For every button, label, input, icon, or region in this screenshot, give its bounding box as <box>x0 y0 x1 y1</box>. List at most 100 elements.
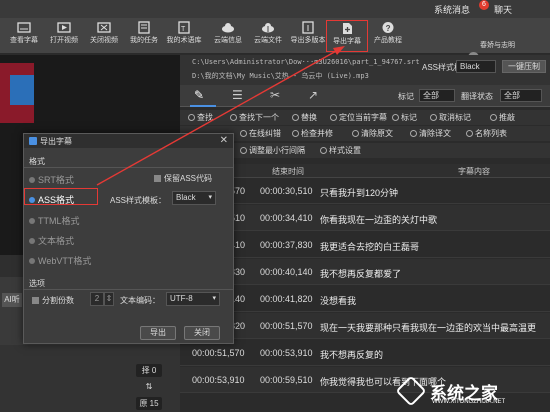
cloud-info-button[interactable]: 云端信息 <box>206 20 250 52</box>
table-row[interactable]: 830 00:00:40,140 我不想再反复都爱了 <box>180 259 550 285</box>
dialog-title: 导出字幕 <box>40 137 72 146</box>
keep-ass-checkbox[interactable]: 保留ASS代码 <box>154 173 212 184</box>
find-button[interactable]: 查找 <box>188 112 213 123</box>
video-frame-art-accent <box>10 75 34 105</box>
content-cell[interactable]: 只看我升到120分钟 <box>320 186 398 199</box>
dialog-ass-template-label: ASS样式模板： <box>110 196 167 205</box>
export-subtitle-button[interactable]: 导出字幕 <box>326 20 368 52</box>
locate-current-button[interactable]: 定位当前字幕 <box>330 112 387 123</box>
clear-translation-button[interactable]: 清除译文 <box>410 128 451 139</box>
svg-text:?: ? <box>386 24 391 33</box>
close-icon[interactable]: ✕ <box>220 135 228 146</box>
list-tab-icon[interactable]: ☰ <box>232 88 243 102</box>
table-row[interactable]: 140 00:00:41,820 没想看我 <box>180 286 550 312</box>
end-time-cell: 00:00:51,570 <box>260 321 313 331</box>
split-count-stepper[interactable]: ⇕ <box>104 292 114 306</box>
format-text-radio[interactable]: 文本格式 <box>29 234 74 247</box>
content-cell[interactable]: 现在一天我要那种只看我现在一边歪的欢当中最高温更 <box>320 321 536 334</box>
my-tasks-icon <box>138 21 150 34</box>
term-library-button[interactable]: T 我的术语库 <box>162 20 206 52</box>
unmark-button[interactable]: 取消标记 <box>430 112 471 123</box>
mark-filter-select[interactable]: 全部 <box>419 89 455 102</box>
format-ttml-radio[interactable]: TTML格式 <box>29 214 80 227</box>
format-srt-radio[interactable]: SRT格式 <box>29 173 74 186</box>
my-tasks-button[interactable]: 我的任务 <box>122 20 166 52</box>
start-time-cell: 00:00:53,910 <box>192 375 245 385</box>
original-button[interactable]: 原 15 <box>136 397 162 410</box>
encoding-select[interactable]: UTF-8 ▾ <box>166 292 220 306</box>
ai-listen-button[interactable]: AI听 <box>2 293 22 307</box>
pen-tab-icon[interactable]: ✎ <box>194 88 204 102</box>
subtitle-file-path: C:\Users\Administrator\Dow···m3U26016\pa… <box>192 58 420 66</box>
export-subtitle-icon <box>343 23 352 34</box>
table-row[interactable]: 410 00:00:37,830 我更适合去挖的白王磊哥 <box>180 232 550 258</box>
start-time-cell: 00:00:51,570 <box>192 348 245 358</box>
content-cell[interactable]: 我更适合去挖的白王磊哥 <box>320 240 419 253</box>
replace-button[interactable]: 替换 <box>292 112 317 123</box>
content-cell[interactable]: 没想看我 <box>320 294 356 307</box>
watermark-url: WWW.XITONGZHIJIA.NET <box>432 399 506 405</box>
chat-link[interactable]: 聊天 <box>494 3 512 16</box>
encoding-label: 文本编码： <box>120 296 160 305</box>
name-list-button[interactable]: 名称列表 <box>466 128 507 139</box>
split-count-input[interactable]: 2 <box>90 292 104 306</box>
end-time-header: 结束时间 <box>272 167 304 176</box>
dialog-ass-template-select[interactable]: Black ▾ <box>172 191 216 205</box>
swap-icon[interactable]: ⇅ <box>136 380 162 393</box>
one-click-burn-button[interactable]: 一键压制 <box>502 60 546 73</box>
open-video-button[interactable]: 打开视频 <box>42 20 86 52</box>
format-section-label: 格式 <box>29 157 45 166</box>
table-row[interactable]: 820 00:00:51,570 现在一天我要那种只看我现在一边歪的欢当中最高温更 <box>180 313 550 339</box>
close-button[interactable]: 关闭 <box>184 326 220 340</box>
translate-status-select[interactable]: 全部 <box>500 89 542 102</box>
content-header: 字幕内容 <box>458 167 490 176</box>
cloud-file-button[interactable]: 云端文件 <box>246 20 290 52</box>
export-multi-icon <box>302 21 314 34</box>
check-fix-button[interactable]: 检查并修 <box>292 128 333 139</box>
system-message-link[interactable]: 系统消息 <box>434 3 470 16</box>
table-row[interactable]: 510 00:00:34,410 你看我现在一边歪的关灯中歌 <box>180 205 550 231</box>
export-button[interactable]: 导出 <box>140 326 176 340</box>
table-row[interactable]: 00:00:51,570 00:00:53,910 我不想再反复的 <box>180 340 550 366</box>
divider <box>24 167 233 168</box>
clear-original-button[interactable]: 清除原文 <box>352 128 393 139</box>
translate-status-label: 翻译状态 <box>461 92 493 101</box>
watermark: 系统之家 WWW.XITONGZHIJIA.NET <box>395 375 548 407</box>
term-library-icon: T <box>178 21 190 34</box>
close-video-button[interactable]: 关闭视频 <box>82 20 126 52</box>
chart-tab-icon[interactable]: ↗ <box>308 88 318 102</box>
mark-button[interactable]: 标记 <box>392 112 417 123</box>
content-cell[interactable]: 你看我现在一边歪的关灯中歌 <box>320 213 437 226</box>
choose-button[interactable]: 择 0 <box>136 364 162 377</box>
dialog-title-bar: 导出字幕 ✕ <box>24 134 233 148</box>
audio-file-path: D:\我的文档\My Music\艾热 - 乌云中 (Live).mp3 <box>192 72 369 80</box>
svg-text:T: T <box>181 26 186 33</box>
main-toolbar: 查看字幕 打开视频 关闭视频 我的任务 T 我的术语库 云端信息 云端文件 导出… <box>0 18 550 65</box>
open-video-icon <box>57 22 71 33</box>
content-cell[interactable]: 我不想再反复的 <box>320 348 383 361</box>
deliberate-button[interactable]: 推敲 <box>490 112 515 123</box>
split-count-checkbox[interactable]: 分割份数 <box>32 295 74 306</box>
content-cell[interactable]: 我不想再反复都爱了 <box>320 267 401 280</box>
online-correct-button[interactable]: 在线纠错 <box>240 128 281 139</box>
find-next-button[interactable]: 查找下一个 <box>230 112 279 123</box>
adjust-min-gap-button[interactable]: 调整最小行间隔 <box>240 145 305 156</box>
ass-template-select[interactable]: Black <box>456 60 496 73</box>
format-webvtt-radio[interactable]: WebVTT格式 <box>29 254 91 267</box>
title-bar: 系统消息 6 聊天 <box>0 0 550 18</box>
end-time-cell: 00:00:34,410 <box>260 213 313 223</box>
mark-filter-label: 标记 <box>398 92 414 101</box>
end-time-cell: 00:00:41,820 <box>260 294 313 304</box>
active-tab-underline <box>190 105 216 107</box>
product-tutorial-button[interactable]: ? 产品教程 <box>366 20 410 52</box>
ass-highlight-box <box>24 188 98 205</box>
action-row-2: 在线纠错 检查并修 清除原文 清除译文 名称列表 <box>180 126 550 141</box>
table-row[interactable]: 570 00:00:30,510 只看我升到120分钟 <box>180 178 550 204</box>
notification-badge: 6 <box>479 0 489 10</box>
style-settings-button[interactable]: 样式设置 <box>320 145 361 156</box>
cloud-file-icon <box>262 23 274 33</box>
tools-tab-icon[interactable]: ✂ <box>270 88 280 102</box>
export-multi-version-button[interactable]: 导出多版本 <box>286 20 330 52</box>
export-subtitle-dialog: 导出字幕 ✕ 格式 SRT格式 ASS格式 TTML格式 文本格式 WebVTT… <box>23 133 234 344</box>
view-subtitle-button[interactable]: 查看字幕 <box>2 20 46 52</box>
